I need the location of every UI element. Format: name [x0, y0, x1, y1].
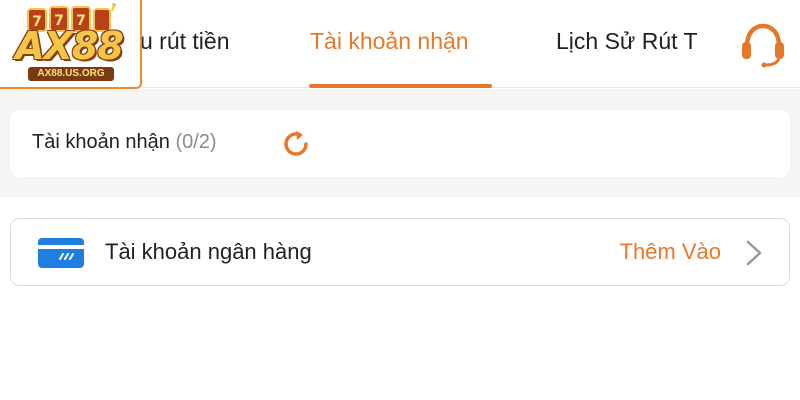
headset-icon[interactable] — [738, 20, 788, 68]
receive-accounts-title: Tài khoản nhận — [32, 131, 170, 153]
card-icon — [38, 238, 84, 268]
chevron-right-icon — [746, 240, 762, 266]
bank-account-row[interactable]: Tài khoản ngân hàng Thêm Vào — [10, 218, 790, 286]
tab-withdraw[interactable]: u rút tiền — [140, 28, 250, 55]
tab-withdraw-history[interactable]: Lịch Sử Rút T — [556, 28, 714, 55]
brand-logo[interactable]: 7 7 7 AX88 AX88.US.ORG — [0, 0, 142, 89]
withdraw-page: u rút tiền Tài khoản nhận Lịch Sử Rút T … — [0, 0, 800, 400]
bank-account-label: Tài khoản ngân hàng — [105, 239, 312, 264]
refresh-icon[interactable] — [280, 128, 312, 160]
receive-accounts-label: Tài khoản nhận (0/2) — [32, 131, 217, 154]
add-bank-account-button[interactable]: Thêm Vào — [620, 239, 722, 265]
logo-wordmark: AX88 — [15, 24, 124, 68]
logo-domain: AX88.US.ORG — [28, 67, 114, 81]
tab-receiving-accounts[interactable]: Tài khoản nhận — [310, 28, 469, 55]
active-tab-indicator — [309, 84, 492, 88]
receive-accounts-card: Tài khoản nhận (0/2) — [10, 110, 790, 177]
receive-accounts-count: (0/2) — [175, 131, 217, 153]
